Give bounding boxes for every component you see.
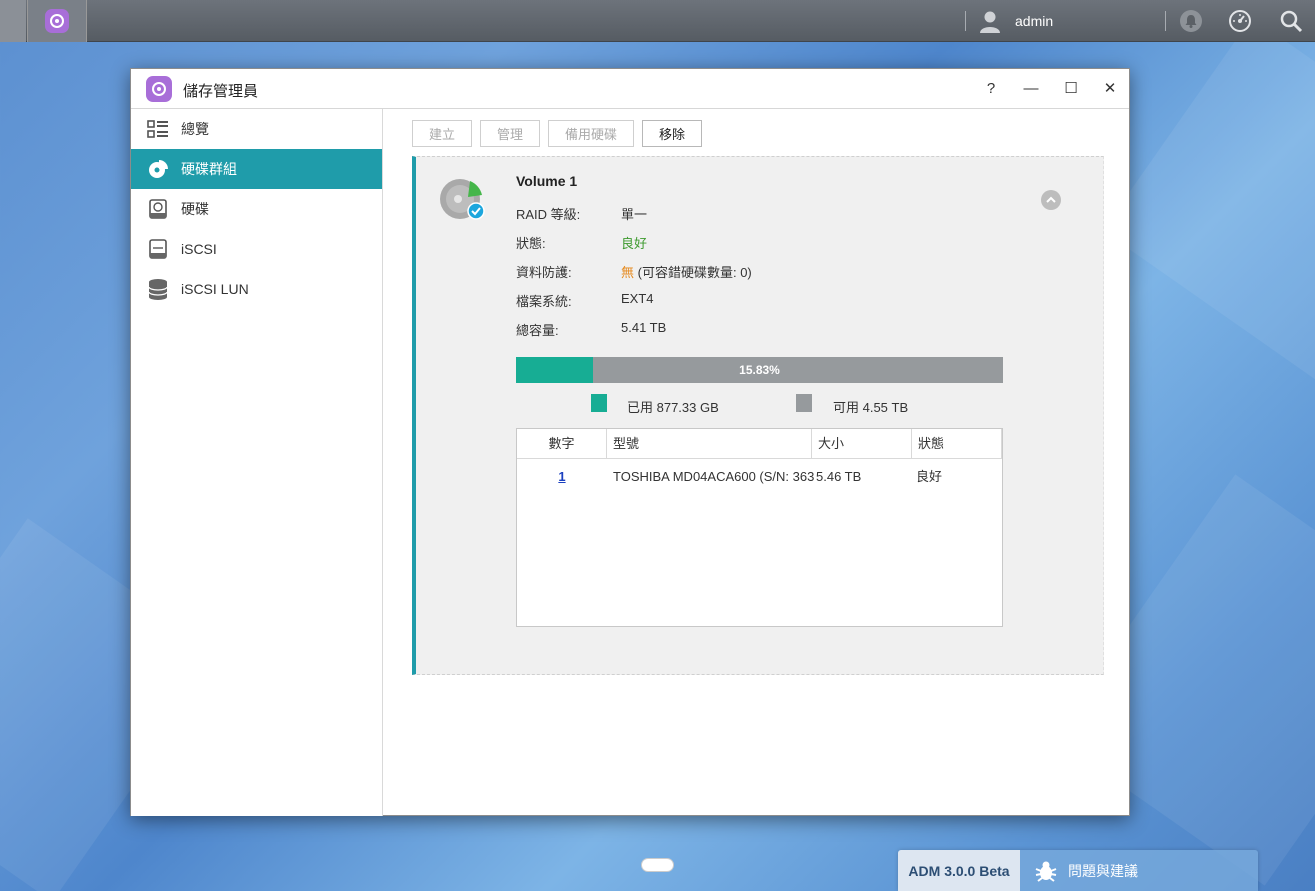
protection-row: 資料防護: 無 (可容錯硬碟數量: 0) [516, 262, 752, 281]
capacity-value: 5.41 TB [621, 320, 667, 335]
sidebar-item-label: iSCSI [181, 241, 217, 257]
sidebar: 總覽 硬碟群組 硬碟 iSCSI iSCSI LUN [131, 109, 383, 816]
capacity-row: 總容量: 5.41 TB [516, 320, 666, 339]
sidebar-item-iscsi[interactable]: iSCSI [131, 229, 382, 269]
app-launcher-button[interactable] [0, 0, 26, 42]
capacity-bar: 15.83% [516, 357, 1003, 383]
sidebar-item-disk[interactable]: 硬碟 [131, 189, 382, 229]
maximize-button[interactable]: ☐ [1058, 75, 1084, 101]
legend-free-text: 可用 4.55 TB [833, 400, 909, 415]
bug-icon [1035, 861, 1057, 882]
volume-panel: Volume 1 RAID 等級: 單一 狀態: 良好 資料防護: 無 (可容錯… [412, 156, 1104, 675]
volume-disk-icon [440, 179, 485, 220]
feedback-bar: ADM 3.0.0 Beta 問題與建議 [898, 850, 1258, 891]
version-label: ADM 3.0.0 Beta [898, 850, 1020, 891]
column-header-number[interactable]: 數字 [517, 429, 607, 459]
collapse-button[interactable] [1041, 190, 1061, 210]
window-title: 儲存管理員 [183, 83, 259, 100]
create-button[interactable]: 建立 [412, 120, 472, 147]
window-titlebar[interactable]: 儲存管理員 ? — ☐ ✕ [131, 69, 1129, 109]
pie-chart-icon [147, 158, 169, 180]
status-row: 狀態: 良好 [516, 233, 647, 252]
toolbar: 建立 管理 備用硬碟 移除 [412, 120, 702, 147]
table-row-size: 5.46 TB [816, 469, 862, 484]
legend-used-text: 已用 877.33 GB [627, 400, 719, 415]
close-button[interactable]: ✕ [1097, 75, 1123, 101]
legend-used-swatch [591, 394, 607, 412]
table-row-model: TOSHIBA MD04ACA600 (S/N: 363... [613, 469, 815, 484]
sidebar-item-overview[interactable]: 總覽 [131, 109, 382, 149]
protection-value-group: 無 (可容錯硬碟數量: 0) [621, 262, 752, 281]
table-row-number: 1 [517, 459, 607, 495]
help-button[interactable]: ? [978, 75, 1004, 101]
legend-free-swatch [796, 394, 812, 412]
database-icon [147, 278, 169, 300]
raid-level-value: 單一 [621, 207, 648, 222]
storage-manager-window: 儲存管理員 ? — ☐ ✕ 總覽 硬碟群組 硬碟 iSCSI iSCSI LUN… [130, 68, 1130, 816]
divider [965, 11, 966, 31]
top-bar: admin [0, 0, 1315, 42]
spare-disk-button[interactable]: 備用硬碟 [548, 120, 634, 147]
feedback-label: 問題與建議 [1068, 862, 1138, 879]
protection-label: 資料防護: [516, 265, 572, 280]
column-header-model[interactable]: 型號 [607, 429, 812, 459]
sidebar-item-iscsi-lun[interactable]: iSCSI LUN [131, 269, 382, 309]
remove-button[interactable]: 移除 [642, 120, 702, 147]
iscsi-icon [147, 238, 169, 260]
storage-manager-icon [45, 9, 69, 33]
sidebar-item-label: 硬碟 [181, 201, 209, 217]
hard-disk-icon [147, 198, 169, 220]
filesystem-label: 檔案系統: [516, 294, 572, 309]
capacity-label: 總容量: [516, 323, 559, 338]
taskbar-storage-manager[interactable] [27, 0, 87, 42]
list-icon [147, 118, 169, 140]
protection-value: 無 [621, 265, 635, 280]
dock-handle[interactable] [641, 858, 674, 872]
volume-name: Volume 1 [516, 173, 578, 189]
resource-monitor-icon[interactable] [1228, 9, 1252, 33]
disk-table: 數字 型號 大小 狀態 1 TOSHIBA MD04ACA600 (S/N: 3… [516, 428, 1003, 627]
sidebar-item-label: iSCSI LUN [181, 281, 249, 297]
search-icon[interactable] [1279, 9, 1303, 33]
column-header-size[interactable]: 大小 [812, 429, 912, 459]
filesystem-row: 檔案系統: EXT4 [516, 291, 654, 310]
user-icon[interactable] [978, 9, 1002, 33]
capacity-percent: 15.83% [739, 363, 780, 377]
protection-extra: (可容錯硬碟數量: 0) [637, 265, 752, 280]
chevron-up-icon [1046, 196, 1056, 203]
status-label: 狀態: [516, 236, 546, 251]
main-content: 建立 管理 備用硬碟 移除 Volume 1 RAID 等級: 單一 狀態: 良… [384, 109, 1130, 816]
column-header-status[interactable]: 狀態 [912, 429, 1002, 459]
notification-bell-icon[interactable] [1180, 10, 1202, 32]
table-row-status: 良好 [916, 469, 943, 484]
minimize-button[interactable]: — [1018, 75, 1044, 101]
storage-manager-icon [146, 76, 172, 102]
raid-level-label: RAID 等級: [516, 207, 581, 222]
disk-number-link[interactable]: 1 [558, 469, 565, 484]
manage-button[interactable]: 管理 [480, 120, 540, 147]
sidebar-item-label: 總覽 [181, 121, 209, 137]
divider [1165, 11, 1166, 31]
status-value: 良好 [621, 236, 648, 251]
feedback-button[interactable]: 問題與建議 [1020, 850, 1258, 891]
sidebar-item-label: 硬碟群組 [181, 161, 237, 177]
user-name[interactable]: admin [1015, 13, 1053, 29]
raid-level-row: RAID 等級: 單一 [516, 204, 647, 223]
sidebar-item-volume[interactable]: 硬碟群組 [131, 149, 382, 189]
desktop-decoration [1102, 17, 1315, 403]
filesystem-value: EXT4 [621, 291, 654, 306]
